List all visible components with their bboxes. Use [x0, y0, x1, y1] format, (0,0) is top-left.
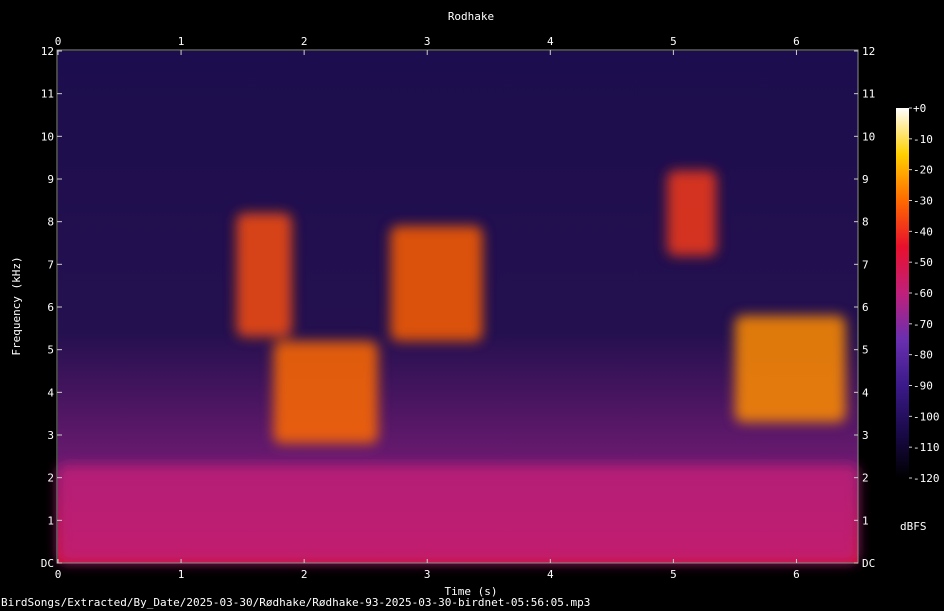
- y-tick-label-right: 10: [862, 130, 875, 143]
- y-tick-label-left: 8: [47, 216, 54, 229]
- y-tick-label-left: 3: [47, 429, 54, 442]
- y-tick-label-right: 3: [862, 429, 869, 442]
- y-tick-label-right: DC: [862, 557, 875, 570]
- colorbar-tick-label: -100: [913, 410, 940, 423]
- energy-region: [667, 170, 717, 256]
- energy-region: [58, 464, 858, 563]
- colorbar-gradient: [896, 108, 909, 478]
- x-tick-label-top: 1: [178, 35, 185, 48]
- energy-region: [390, 225, 483, 342]
- colorbar-tick-label: -60: [913, 287, 933, 300]
- colorbar-tick-label: +0: [913, 102, 926, 115]
- x-tick-label-top: 2: [301, 35, 308, 48]
- colorbar-tick-label: -20: [913, 164, 933, 177]
- x-tick-label-bottom: 0: [55, 568, 62, 581]
- colorbar-tick-label: -110: [913, 441, 940, 454]
- x-tick-label-bottom: 5: [670, 568, 677, 581]
- x-tick-label-bottom: 3: [424, 568, 431, 581]
- y-tick-label-left: 11: [41, 88, 54, 101]
- x-tick-label-bottom: 2: [301, 568, 308, 581]
- x-tick-label-top: 0: [55, 35, 62, 48]
- y-tick-label-right: 12: [862, 45, 875, 58]
- x-tick-label-top: 5: [670, 35, 677, 48]
- spectrogram-figure: Rodhake 00112233445566DC DC1 12 23 34 45 56 67 7…: [10, 10, 940, 598]
- y-axis-label: Frequency (kHz): [10, 256, 23, 355]
- energy-region: [734, 315, 846, 423]
- y-tick-label-right: 9: [862, 173, 869, 186]
- y-tick-label-left: 5: [47, 344, 54, 357]
- y-tick-label-right: 2: [862, 472, 869, 485]
- colorbar: +0 -10 -20 -30 -40 -50 -60 -70 -80 -90 -100 -110 -12…: [896, 102, 940, 485]
- x-tick-label-top: 6: [793, 35, 800, 48]
- chart-title: Rodhake: [448, 10, 494, 23]
- y-tick-label-right: 11: [862, 88, 875, 101]
- x-tick-label-top: 3: [424, 35, 431, 48]
- colorbar-tick-label: -40: [913, 225, 933, 238]
- file-path-footer: BirdSongs/Extracted/By_Date/2025-03-30/R…: [1, 596, 591, 609]
- y-tick-label-right: 8: [862, 216, 869, 229]
- y-tick-label-left: 2: [47, 472, 54, 485]
- colorbar-tick-label: -30: [913, 195, 933, 208]
- y-tick-label-left: DC: [41, 557, 54, 570]
- energy-region: [273, 341, 378, 444]
- x-tick-label-top: 4: [547, 35, 554, 48]
- y-tick-label-left: 9: [47, 173, 54, 186]
- y-tick-label-left: 10: [41, 130, 54, 143]
- y-tick-label-left: 1: [47, 514, 54, 527]
- spectrogram-plot: [58, 51, 858, 563]
- y-tick-label-right: 7: [862, 258, 869, 271]
- colorbar-tick-label: -50: [913, 256, 933, 269]
- y-tick-label-right: 1: [862, 514, 869, 527]
- y-tick-label-right: 4: [862, 386, 869, 399]
- y-tick-label-left: 12: [41, 45, 54, 58]
- x-tick-label-bottom: 1: [178, 568, 185, 581]
- y-tick-label-right: 6: [862, 301, 869, 314]
- y-tick-label-right: 5: [862, 344, 869, 357]
- y-tick-label-left: 6: [47, 301, 54, 314]
- x-tick-label-bottom: 6: [793, 568, 800, 581]
- colorbar-tick-label: -90: [913, 380, 933, 393]
- y-tick-label-left: 4: [47, 386, 54, 399]
- colorbar-tick-label: -80: [913, 349, 933, 362]
- colorbar-tick-label: -120: [913, 472, 940, 485]
- y-tick-label-left: 7: [47, 258, 54, 271]
- colorbar-label: dBFS: [900, 520, 927, 533]
- energy-region: [236, 213, 292, 337]
- colorbar-tick-label: -10: [913, 133, 933, 146]
- x-tick-label-bottom: 4: [547, 568, 554, 581]
- colorbar-tick-label: -70: [913, 318, 933, 331]
